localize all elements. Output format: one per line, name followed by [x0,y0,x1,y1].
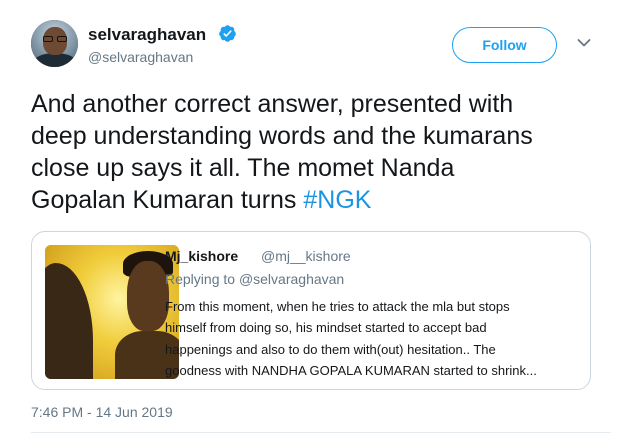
author-display-name[interactable]: selvaraghavan [88,25,206,45]
replying-to: Replying to @selvaraghavan [165,271,344,287]
chevron-down-icon[interactable] [577,38,591,48]
author-handle[interactable]: @selvaraghavan [88,49,193,65]
quoted-author-handle[interactable]: @mj__kishore [261,248,351,264]
tweet-text-line-start: Gopalan Kumaran turns [31,186,304,214]
tweet-text-line: deep understanding words and the kumaran… [31,122,533,150]
tweet-text-line: close up says it all. The momet Nanda [31,154,455,182]
replying-to-mention[interactable]: @selvaraghavan [239,271,344,287]
quoted-tweet-image[interactable] [45,245,179,379]
avatar[interactable] [31,20,78,67]
tweet-text: And another correct answer, presented wi… [31,88,611,216]
quoted-author-name[interactable]: Mj_kishore [165,248,238,264]
quoted-tweet-body: From this moment, when he tries to attac… [165,296,581,382]
tweet-timestamp[interactable]: 7:46 PM - 14 Jun 2019 [31,404,173,420]
quoted-body-line: happenings and also to do them with(out)… [165,341,496,357]
divider [31,432,611,433]
tweet-header: selvaraghavan @selvaraghavan Follow [0,0,626,80]
tweet-text-line: And another correct answer, presented wi… [31,90,514,118]
follow-button[interactable]: Follow [452,27,557,63]
tweet-text-line: Gopalan Kumaran turns #NGK [31,184,611,216]
verified-badge-icon [219,25,236,42]
replying-to-prefix: Replying to [165,271,239,287]
quoted-body-line: goodness with NANDHA GOPALA KUMARAN star… [165,363,537,379]
quoted-body-line: From this moment, when he tries to attac… [165,299,510,314]
hashtag-link[interactable]: #NGK [303,186,371,214]
quoted-body-line: himself from doing so, his mindset start… [165,320,487,336]
